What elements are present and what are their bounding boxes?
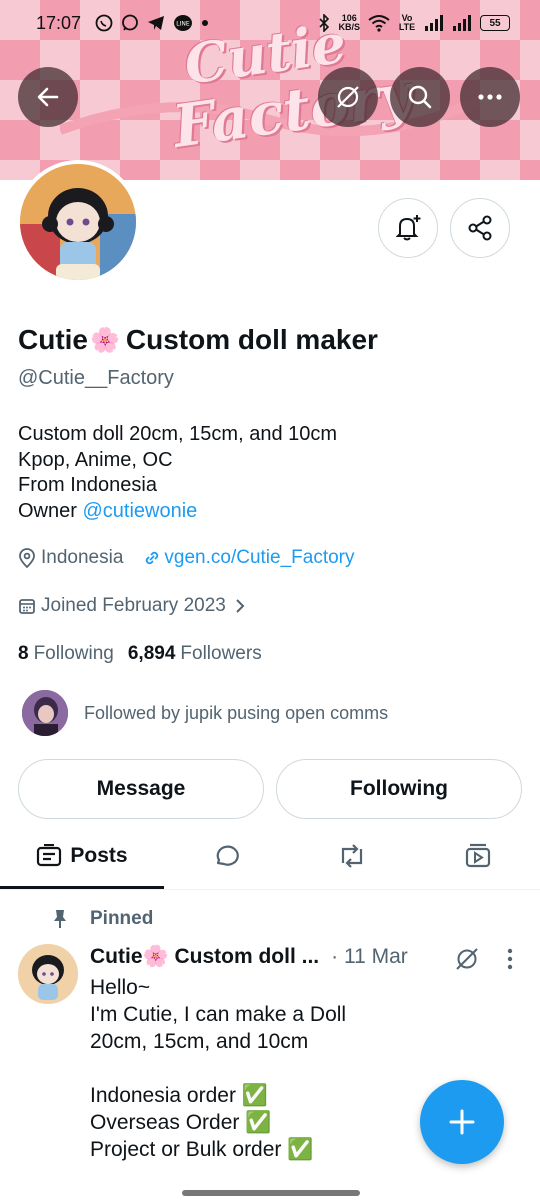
whatsapp-icon bbox=[95, 14, 113, 32]
search-button[interactable] bbox=[390, 67, 450, 127]
profile-handle: @Cutie__Factory bbox=[18, 367, 174, 389]
share-icon bbox=[468, 215, 492, 241]
status-bar: 17:07 LINE 106 KB/S Vo LTE 55 bbox=[0, 0, 540, 46]
media-play-icon bbox=[465, 843, 491, 868]
notification-dot-icon bbox=[202, 20, 209, 26]
grok-icon bbox=[456, 948, 478, 970]
owner-mention-link[interactable]: @cutiewonie bbox=[82, 500, 197, 522]
pin-icon bbox=[54, 910, 66, 928]
active-tab-indicator bbox=[0, 886, 164, 889]
doll-avatar-small-image bbox=[18, 944, 78, 1004]
compose-post-button[interactable] bbox=[420, 1080, 504, 1164]
more-options-button[interactable] bbox=[460, 67, 520, 127]
battery-indicator: 55 bbox=[480, 15, 510, 31]
post-date[interactable]: · 11 Mar bbox=[331, 945, 408, 969]
bluetooth-icon bbox=[319, 14, 330, 32]
joined-date-row[interactable]: Joined February 2023 bbox=[18, 595, 246, 617]
following-button[interactable]: Following bbox=[276, 759, 522, 819]
back-button[interactable] bbox=[18, 67, 78, 127]
profile-tabs: Posts bbox=[0, 826, 540, 890]
grok-icon bbox=[337, 86, 359, 108]
location-text: Indonesia bbox=[41, 547, 124, 568]
tab-reposts[interactable] bbox=[288, 826, 416, 886]
network-speed: 106 KB/S bbox=[338, 13, 360, 32]
chat-bubble-icon bbox=[122, 14, 138, 31]
tab-media[interactable] bbox=[416, 826, 540, 886]
signal-icon-2 bbox=[453, 15, 471, 31]
telegram-icon bbox=[148, 16, 165, 30]
notifications-button[interactable] bbox=[378, 198, 438, 258]
more-vertical-icon bbox=[507, 948, 513, 970]
followed-by-text: Followed by jupik pusing open comms bbox=[84, 702, 389, 723]
post-author-avatar[interactable] bbox=[18, 944, 78, 1004]
more-horizontal-icon bbox=[478, 94, 502, 100]
clock: 17:07 bbox=[36, 12, 82, 33]
grok-button[interactable] bbox=[318, 67, 378, 127]
following-count-link[interactable]: 8 Following bbox=[18, 643, 114, 665]
cherry-blossom-emoji: 🌸 bbox=[90, 326, 120, 354]
post-author-name[interactable]: Cutie🌸 Custom doll ... bbox=[90, 945, 319, 969]
message-button[interactable]: Message bbox=[18, 759, 264, 819]
reply-bubble-icon bbox=[216, 845, 239, 866]
pinned-label: Pinned bbox=[52, 908, 153, 930]
line-app-icon: LINE bbox=[174, 15, 193, 31]
link-icon bbox=[146, 551, 159, 565]
post-text: Hello~ I'm Cutie, I can make a Doll 20cm… bbox=[90, 976, 347, 1161]
posts-icon bbox=[37, 844, 62, 867]
joined-text: Joined February 2023 bbox=[41, 595, 226, 616]
chevron-right-icon bbox=[236, 599, 245, 613]
follow-counts: 8 Following 6,894 Followers bbox=[18, 643, 262, 665]
profile-avatar[interactable] bbox=[16, 160, 140, 284]
profile-bio: Custom doll 20cm, 15cm, and 10cm Kpop, A… bbox=[18, 423, 338, 522]
signal-icon-1 bbox=[425, 15, 443, 31]
wifi-icon bbox=[368, 15, 390, 32]
svg-text:LINE: LINE bbox=[176, 21, 190, 28]
follower-avatar-image bbox=[22, 690, 68, 736]
location-pin-icon bbox=[19, 548, 35, 568]
arrow-left-icon bbox=[37, 87, 59, 107]
post-grok-button[interactable] bbox=[452, 944, 482, 974]
profile-name: Cutie 🌸 Custom doll maker bbox=[18, 324, 378, 355]
follower-avatar bbox=[20, 688, 70, 738]
repost-icon bbox=[341, 844, 363, 868]
share-button[interactable] bbox=[450, 198, 510, 258]
post-header: Cutie🌸 Custom doll ... · 11 Mar bbox=[90, 945, 408, 969]
plus-icon bbox=[449, 1109, 475, 1135]
followed-by-row[interactable]: Followed by jupik pusing open comms bbox=[20, 688, 388, 738]
volte-indicator: Vo LTE bbox=[398, 13, 416, 32]
followers-count-link[interactable]: 6,894 Followers bbox=[128, 643, 262, 665]
post-more-button[interactable] bbox=[500, 944, 520, 974]
search-icon bbox=[408, 85, 432, 109]
home-indicator[interactable] bbox=[182, 1190, 360, 1196]
tab-posts[interactable]: Posts bbox=[0, 826, 164, 886]
calendar-icon bbox=[19, 599, 35, 614]
website-link[interactable]: vgen.co/Cutie_Factory bbox=[164, 547, 354, 569]
doll-avatar-image bbox=[20, 164, 136, 280]
profile-meta-location-row: Indonesia vgen.co/Cutie_Factory bbox=[18, 547, 355, 569]
bell-plus-icon bbox=[395, 215, 421, 241]
tab-replies[interactable] bbox=[164, 826, 288, 886]
